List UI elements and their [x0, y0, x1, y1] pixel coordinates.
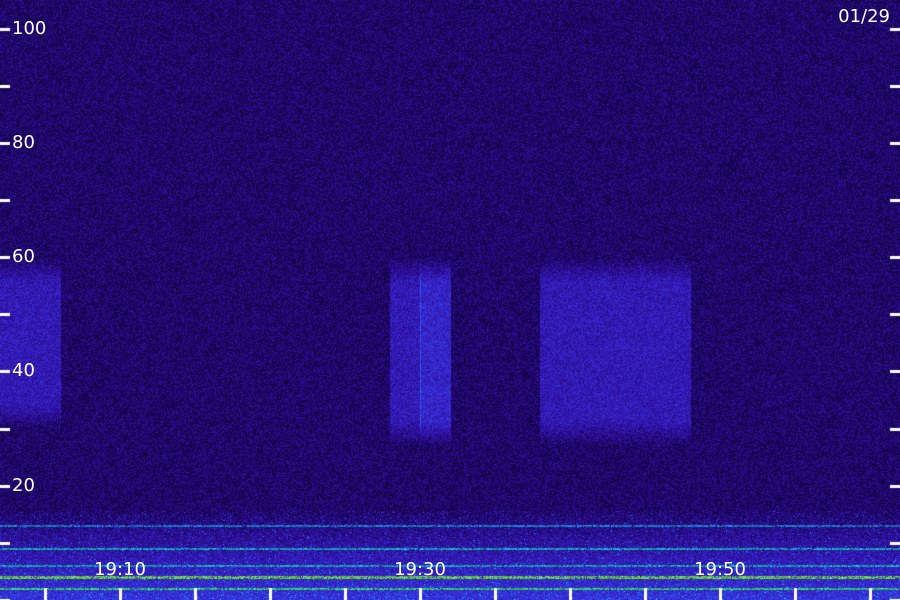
spectrogram-chart: 20 40 60 80 100 19:10 19:30 19:50 01/29	[0, 0, 900, 600]
x-tick-label: 19:30	[394, 559, 446, 580]
y-tick-label: 80	[12, 131, 35, 153]
y-tick-label: 100	[12, 17, 47, 39]
date-label: 01/29	[838, 6, 890, 27]
y-tick-label: 20	[12, 474, 35, 496]
y-tick-label: 60	[12, 246, 35, 268]
x-tick-label: 19:10	[94, 559, 146, 580]
spectrogram-canvas	[0, 0, 900, 600]
y-tick-label: 40	[12, 360, 35, 382]
x-tick-label: 19:50	[694, 559, 746, 580]
